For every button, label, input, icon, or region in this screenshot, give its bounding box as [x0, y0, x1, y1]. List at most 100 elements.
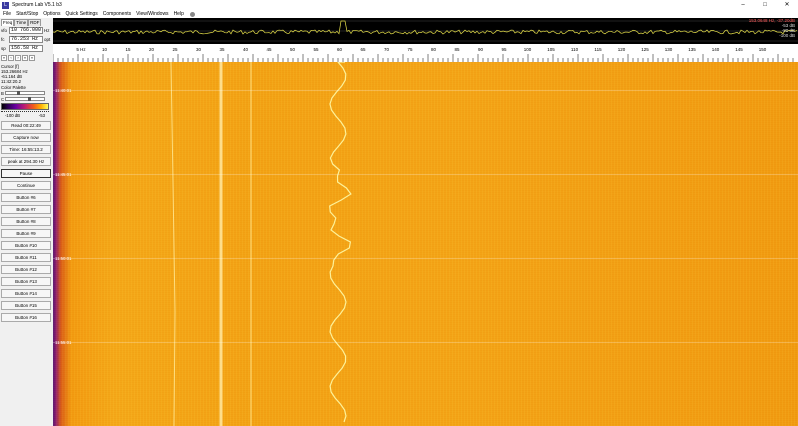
- fc-label: fc: [1, 37, 5, 42]
- palette-min-db: -100 dB: [5, 113, 21, 118]
- time-label: 11:45:01: [55, 172, 72, 177]
- window-title: Spectrum Lab V5.1 b3: [12, 2, 62, 8]
- axis-tick-label: 95: [501, 47, 507, 52]
- frequency-axis-svg: 5 Hz 10 15 20 25 30 35 40 45 50 55 60 65 70 75 80 85 90 95…: [53, 47, 794, 62]
- axis-tick-label: 10: [102, 47, 108, 52]
- axis-tick-label: 115: [594, 47, 602, 52]
- record-indicator-icon[interactable]: [189, 11, 195, 17]
- axis-tick-label: 100: [524, 47, 532, 52]
- panel-button-6[interactable]: Button #6: [1, 193, 51, 202]
- panel-button-1[interactable]: Capture now: [1, 133, 51, 142]
- panel-button-2[interactable]: Time: 16:55:13.2: [1, 145, 51, 154]
- menu-quick-settings[interactable]: Quick Settings: [66, 11, 98, 17]
- menu-view-windows[interactable]: View/Windows: [136, 11, 168, 17]
- axis-tick-label: 50: [290, 47, 296, 52]
- vfo-label: vfo: [1, 28, 8, 33]
- time-grid-line: [53, 90, 798, 91]
- axis-tick-label: 110: [571, 47, 579, 52]
- title-bar: L Spectrum Lab V5.1 b3 – □ ✕: [0, 0, 798, 10]
- control-panel: Freq Time RDF vfo 10 766.000 Hz fc 76.25…: [0, 18, 53, 426]
- vfo-field[interactable]: 10 766.000: [9, 27, 43, 34]
- close-button[interactable]: ✕: [776, 0, 798, 10]
- axis-tick-label: 75: [407, 47, 413, 52]
- axis-tick-label: 140: [712, 47, 720, 52]
- menu-components[interactable]: Components: [103, 11, 131, 17]
- panel-button-15[interactable]: Button #15: [1, 301, 51, 310]
- axis-tick-label: 25: [172, 47, 178, 52]
- menu-help[interactable]: Help: [174, 11, 184, 17]
- axis-tick-label: 40: [243, 47, 249, 52]
- panel-button-16[interactable]: Button #16: [1, 313, 51, 322]
- panel-button-14[interactable]: Button #14: [1, 289, 51, 298]
- fc-opt-button[interactable]: opt: [44, 37, 50, 42]
- cursor-time: 11:42:20.2: [1, 79, 21, 84]
- panel-button-11[interactable]: Button #11: [1, 253, 51, 262]
- palette-gradient[interactable]: [1, 103, 49, 110]
- contrast-slider[interactable]: [5, 97, 46, 101]
- brightness-thumb[interactable]: [16, 91, 20, 95]
- menu-bar: File Start/Stop Options Quick Settings C…: [0, 10, 798, 18]
- nav-prev-button[interactable]: ‹: [8, 55, 14, 61]
- panel-button-13[interactable]: Button #13: [1, 277, 51, 286]
- vfo-unit: Hz: [44, 28, 50, 33]
- axis-tick-label: 145: [735, 47, 743, 52]
- maximize-button[interactable]: □: [754, 0, 776, 10]
- sp-field[interactable]: 156.58 Hz: [9, 45, 43, 52]
- panel-button-3[interactable]: peak at 294.30 Hz: [1, 157, 51, 166]
- axis-tick-label: 85: [454, 47, 460, 52]
- axis-tick-label: 55: [313, 47, 319, 52]
- minimize-button[interactable]: –: [732, 0, 754, 10]
- frequency-axis[interactable]: 5 Hz 10 15 20 25 30 35 40 45 50 55 60 65 70 75 80 85 90 95…: [53, 44, 798, 62]
- spectrum-graph[interactable]: 153.0648 Hz, -37.20dB -53 dB -80 dB -100…: [53, 18, 798, 44]
- nav-next-button[interactable]: ›: [15, 55, 21, 61]
- axis-tick-label: 45: [266, 47, 272, 52]
- fc-field[interactable]: 76.253 Hz: [9, 36, 43, 43]
- menu-start-stop[interactable]: Start/Stop: [16, 11, 38, 17]
- brightness-slider[interactable]: [4, 91, 45, 95]
- contrast-thumb[interactable]: [28, 97, 32, 101]
- nav-last-button[interactable]: »: [22, 55, 28, 61]
- axis-tick-label: 120: [618, 47, 626, 52]
- axis-tick-label: 125: [641, 47, 649, 52]
- axis-tick-label: 60: [337, 47, 343, 52]
- axis-tick-label: 80: [431, 47, 437, 52]
- waterfall-display[interactable]: 11:40:01 11:45:01 11:50:01 11:55:01: [53, 62, 798, 426]
- nav-end-button[interactable]: »: [29, 55, 35, 61]
- palette-max-db: -53: [38, 113, 45, 118]
- tab-rdf[interactable]: RDF: [28, 19, 42, 26]
- menu-file[interactable]: File: [3, 11, 11, 17]
- axis-tick-label: 30: [196, 47, 202, 52]
- time-label: 11:55:01: [55, 340, 72, 345]
- waterfall-signal-trace: [329, 62, 352, 423]
- panel-button-9[interactable]: Button #9: [1, 229, 51, 238]
- tab-time[interactable]: Time: [14, 19, 29, 26]
- button-list: Read 00:22:49 Capture now Time: 16:55:13.2…: [0, 121, 53, 322]
- axis-tick-label: 90: [478, 47, 484, 52]
- cursor-readout: Cursor [f] 153.26684 Hz -61.164 dB 11:42…: [1, 64, 52, 84]
- time-grid-line: [53, 174, 798, 175]
- nav-first-button[interactable]: «: [1, 55, 7, 61]
- time-grid-line: [53, 342, 798, 343]
- time-label: 11:40:01: [55, 88, 72, 93]
- panel-button-0[interactable]: Read 00:22:49: [1, 121, 51, 130]
- panel-button-12[interactable]: Button #12: [1, 265, 51, 274]
- time-label: 11:50:01: [55, 256, 72, 261]
- axis-tick-label: 130: [665, 47, 673, 52]
- panel-button-5[interactable]: Continue: [1, 181, 51, 190]
- spectrum-readout: 153.0648 Hz, -37.20dB -53 dB -80 dB -100…: [749, 18, 795, 38]
- panel-button-8[interactable]: Button #8: [1, 217, 51, 226]
- menu-options[interactable]: Options: [43, 11, 60, 17]
- axis-tick-label: 105: [547, 47, 555, 52]
- axis-tick-label: 135: [688, 47, 696, 52]
- waterfall-vertical-line: [170, 62, 176, 426]
- app-icon: L: [2, 1, 9, 9]
- time-grid-line: [53, 258, 798, 259]
- color-palette: Color Palette B C -100 dB -53: [1, 85, 52, 118]
- tab-freq[interactable]: Freq: [1, 19, 15, 26]
- contrast-label: C: [1, 96, 5, 102]
- panel-button-10[interactable]: Button #10: [1, 241, 51, 250]
- axis-tick-label: 5 Hz: [76, 47, 86, 52]
- panel-button-7[interactable]: Button #7: [1, 205, 51, 214]
- panel-button-4[interactable]: Pause: [1, 169, 51, 178]
- brightness-label: B: [1, 90, 4, 96]
